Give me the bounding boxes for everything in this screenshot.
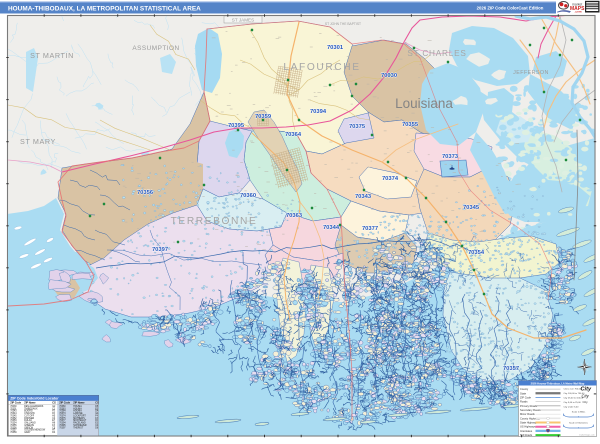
svg-text:Interstates: Interstates (520, 429, 533, 433)
svg-text:70375: 70375 (349, 124, 366, 130)
svg-text:ZIP Code Index/Grid Locator: ZIP Code Index/Grid Locator (10, 397, 59, 401)
svg-text:LAFOURCHE: LAFOURCHE (283, 62, 360, 73)
svg-text:ZIP Code: ZIP Code (59, 402, 70, 405)
svg-text:Primary Roads: Primary Roads (520, 404, 538, 408)
svg-text:City: City (581, 387, 592, 393)
svg-text:70363: 70363 (286, 213, 303, 219)
svg-text:City: City (582, 394, 590, 399)
svg-text:ST JOHN THE BAPTIST: ST JOHN THE BAPTIST (325, 22, 361, 26)
svg-text:US Highways: US Highways (520, 425, 536, 429)
svg-text:70357: 70357 (503, 366, 519, 372)
svg-text:ASSUMPTION: ASSUMPTION (132, 45, 179, 52)
svg-text:marketmaps.com: marketmaps.com (579, 434, 595, 437)
svg-text:County: County (520, 387, 529, 391)
svg-text:Scale in Kilometers: Scale in Kilometers (569, 422, 589, 425)
svg-text:Roads: Roads (520, 400, 528, 404)
svg-text:ST CHARLES: ST CHARLES (407, 49, 466, 58)
svg-text:Scale in Miles: Scale in Miles (572, 412, 586, 414)
svg-text:ZIP Name: ZIP Name (24, 402, 36, 405)
svg-text:70377: 70377 (362, 226, 378, 232)
svg-text:2026 ZIP Code ColorCast Editio: 2026 ZIP Code ColorCast Edition (477, 5, 544, 10)
svg-text:70395: 70395 (228, 123, 245, 129)
svg-text:70301: 70301 (327, 45, 344, 51)
svg-text:2026 Houma-Thibodaux, LA Metro: 2026 Houma-Thibodaux, LA Metro Wall Map (531, 381, 585, 385)
svg-text:70360: 70360 (240, 193, 256, 199)
svg-text:City under 5,00: City under 5,00 (564, 406, 580, 409)
svg-text:ZIP Code: ZIP Code (10, 402, 21, 405)
svg-text:70356: 70356 (137, 190, 154, 196)
svg-text:City: City (583, 400, 589, 404)
svg-text:70344: 70344 (323, 225, 340, 231)
svg-text:70030: 70030 (381, 73, 397, 79)
svg-text:70373: 70373 (442, 154, 459, 160)
svg-text:TERREBONNE: TERREBONNE (171, 216, 258, 227)
svg-text:HOUMA-THIBODAUX, LA METROPOLIT: HOUMA-THIBODAUX, LA METROPOLITAN STATIST… (8, 5, 201, 12)
svg-text:Cities over 750,00: Cities over 750,00 (564, 388, 582, 391)
svg-text:ST MARTIN: ST MARTIN (30, 51, 74, 60)
svg-text:Louisiana: Louisiana (395, 96, 453, 111)
svg-text:Minor Roads: Minor Roads (520, 412, 535, 416)
svg-text:70359: 70359 (255, 114, 272, 120)
svg-text:70394: 70394 (310, 109, 327, 115)
svg-text:JEFFERSON: JEFFERSON (513, 70, 549, 76)
svg-text:CG: CG (52, 402, 56, 405)
svg-text:ZIP Code: ZIP Code (520, 395, 531, 399)
svg-text:.com: .com (575, 9, 582, 13)
svg-text:ST MARY: ST MARY (20, 137, 56, 146)
svg-text:City 5,00 to 25,00: City 5,00 to 25,00 (564, 401, 582, 404)
svg-text:70345: 70345 (463, 205, 480, 211)
svg-text:ST JAMES: ST JAMES (232, 18, 254, 23)
svg-text:70364: 70364 (285, 132, 302, 138)
svg-text:State: State (520, 391, 527, 395)
svg-text:70397: 70397 (152, 247, 168, 253)
svg-text:70355: 70355 (402, 122, 419, 128)
svg-text:70374: 70374 (382, 176, 399, 182)
svg-text:70343: 70343 (355, 194, 372, 200)
svg-text:70354: 70354 (468, 250, 485, 256)
